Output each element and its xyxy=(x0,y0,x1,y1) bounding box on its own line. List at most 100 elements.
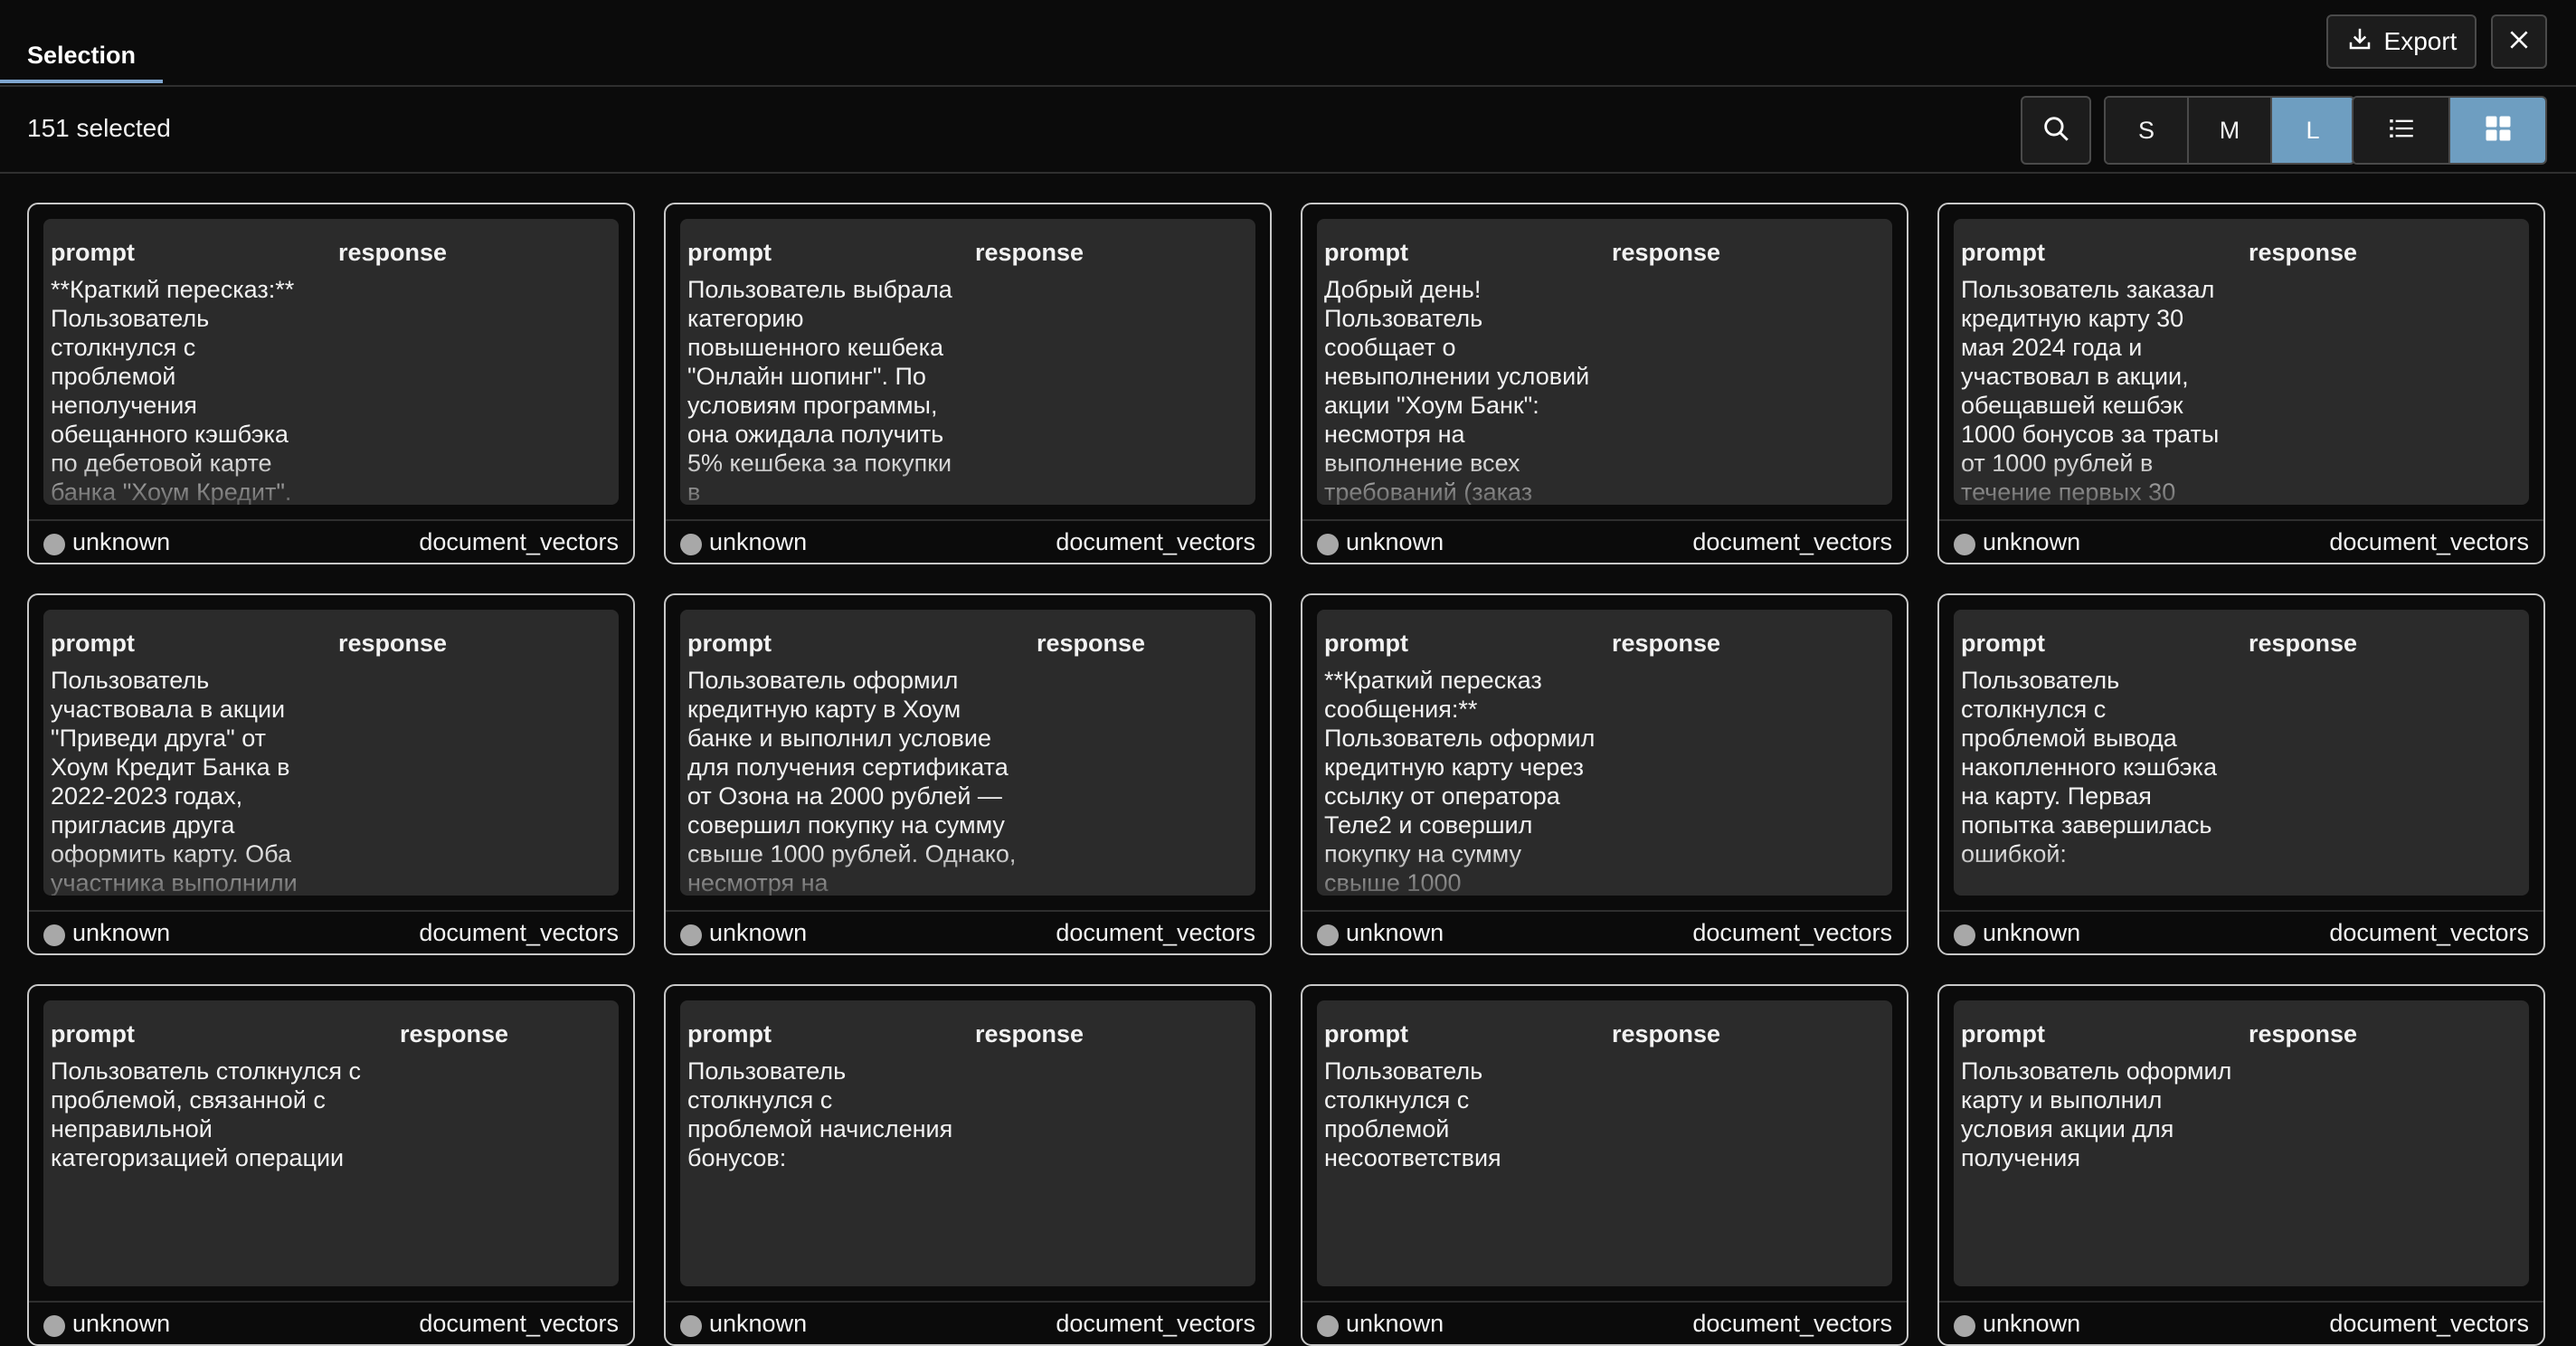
prompt-column-header: prompt xyxy=(51,1020,135,1047)
status-label: unknown xyxy=(1983,919,2081,946)
prompt-text: Пользователь заказал кредитную карту 30 … xyxy=(1961,276,2220,505)
list-view-button[interactable] xyxy=(2353,98,2450,163)
card-footer: unknown document_vectors xyxy=(1939,910,2543,953)
status-dot-icon xyxy=(1317,1315,1339,1337)
card-footer: unknown document_vectors xyxy=(666,519,1270,563)
selection-card[interactable]: prompt response Пользователь столкнулся … xyxy=(1937,593,2545,955)
response-column-header: response xyxy=(975,239,1084,266)
status-dot-icon xyxy=(680,534,702,555)
card-content: prompt response Пользователь оформил кре… xyxy=(680,610,1255,896)
selection-card[interactable]: prompt response Пользователь столкнулся … xyxy=(1301,984,1908,1346)
response-column-header: response xyxy=(1612,239,1721,266)
card-content: prompt response Пользователь столкнулся … xyxy=(1954,610,2529,896)
prompt-column-header: prompt xyxy=(1324,630,1408,657)
card-footer: unknown document_vectors xyxy=(29,1301,633,1344)
card-content: prompt response **Краткий пересказ сообщ… xyxy=(1317,610,1892,896)
source-label: document_vectors xyxy=(1692,528,1892,555)
status-dot-icon xyxy=(1954,534,1975,555)
selection-card[interactable]: prompt response Пользователь заказал кре… xyxy=(1937,203,2545,564)
prompt-column-header: prompt xyxy=(1961,239,2045,266)
card-content: prompt response Пользователь столкнулся … xyxy=(1317,1000,1892,1286)
card-footer: unknown document_vectors xyxy=(666,910,1270,953)
close-button[interactable] xyxy=(2491,14,2547,69)
prompt-text: Пользователь столкнулся с проблемой, свя… xyxy=(51,1057,361,1171)
selection-card[interactable]: prompt response Пользователь участвовала… xyxy=(27,593,635,955)
status-label: unknown xyxy=(709,1310,808,1337)
source-label: document_vectors xyxy=(1692,919,1892,946)
selection-card[interactable]: prompt response Пользователь столкнулся … xyxy=(664,984,1272,1346)
status-label: unknown xyxy=(1983,528,2081,555)
selection-card[interactable]: prompt response Пользователь выбрала кат… xyxy=(664,203,1272,564)
prompt-text: Пользователь столкнулся с проблемой выво… xyxy=(1961,667,2217,867)
grid-view-icon xyxy=(2482,112,2514,149)
status-dot-icon xyxy=(680,924,702,946)
source-label: document_vectors xyxy=(1056,919,1255,946)
response-column-header: response xyxy=(400,1020,509,1047)
export-button[interactable]: Export xyxy=(2326,14,2477,69)
search-icon xyxy=(2041,113,2071,148)
card-footer: unknown document_vectors xyxy=(29,910,633,953)
grid-view-button[interactable] xyxy=(2450,98,2545,163)
status-label: unknown xyxy=(1983,1310,2081,1337)
selected-count: 151 selected xyxy=(27,114,171,142)
response-column-header: response xyxy=(1612,630,1721,657)
size-l-button[interactable]: L xyxy=(2272,98,2353,163)
selection-card[interactable]: prompt response Пользователь столкнулся … xyxy=(27,984,635,1346)
selection-card[interactable]: prompt response Пользователь оформил кар… xyxy=(1937,984,2545,1346)
status-label: unknown xyxy=(1346,1310,1444,1337)
prompt-text: Пользователь оформил карту и выполнил ус… xyxy=(1961,1057,2232,1171)
status-label: unknown xyxy=(1346,919,1444,946)
prompt-text: **Краткий пересказ:** Пользователь столк… xyxy=(51,276,295,505)
selection-card[interactable]: prompt response Пользователь оформил кре… xyxy=(664,593,1272,955)
status-label: unknown xyxy=(709,528,808,555)
card-content: prompt response Пользователь заказал кре… xyxy=(1954,219,2529,505)
prompt-column-header: prompt xyxy=(1961,630,2045,657)
status-label: unknown xyxy=(709,919,808,946)
size-toggle-group: S M L xyxy=(2104,96,2355,165)
status-dot-icon xyxy=(680,1315,702,1337)
list-view-icon xyxy=(2386,113,2417,148)
source-label: document_vectors xyxy=(2329,1310,2529,1337)
prompt-text: Добрый день! Пользователь сообщает о нев… xyxy=(1324,276,1590,505)
prompt-text: Пользователь столкнулся с проблемой несо… xyxy=(1324,1057,1501,1171)
card-content: prompt response Пользователь оформил кар… xyxy=(1954,1000,2529,1286)
selection-card[interactable]: prompt response **Краткий пересказ сообщ… xyxy=(1301,593,1908,955)
card-footer: unknown document_vectors xyxy=(1302,910,1907,953)
view-toggle-group xyxy=(2352,96,2547,165)
source-label: document_vectors xyxy=(1056,1310,1255,1337)
prompt-column-header: prompt xyxy=(1961,1020,2045,1047)
status-label: unknown xyxy=(72,919,171,946)
card-footer: unknown document_vectors xyxy=(1302,1301,1907,1344)
prompt-column-header: prompt xyxy=(1324,1020,1408,1047)
size-s-button[interactable]: S xyxy=(2106,98,2189,163)
response-column-header: response xyxy=(1037,630,1146,657)
status-label: unknown xyxy=(72,1310,171,1337)
prompt-text: Пользователь участвовала в акции "Привед… xyxy=(51,667,298,896)
prompt-text: Пользователь выбрала категорию повышенно… xyxy=(687,276,952,505)
response-column-header: response xyxy=(338,239,448,266)
source-label: document_vectors xyxy=(2329,919,2529,946)
card-content: prompt response Добрый день! Пользовател… xyxy=(1317,219,1892,505)
status-dot-icon xyxy=(1317,534,1339,555)
status-dot-icon xyxy=(43,924,65,946)
source-label: document_vectors xyxy=(419,919,619,946)
response-column-header: response xyxy=(2249,1020,2358,1047)
status-dot-icon xyxy=(1954,1315,1975,1337)
source-label: document_vectors xyxy=(419,1310,619,1337)
prompt-column-header: prompt xyxy=(687,239,772,266)
top-bar: Selection Export xyxy=(0,0,2576,87)
prompt-column-header: prompt xyxy=(51,630,135,657)
prompt-column-header: prompt xyxy=(687,1020,772,1047)
prompt-text: **Краткий пересказ сообщения:** Пользова… xyxy=(1324,667,1596,896)
selection-card[interactable]: prompt response **Краткий пересказ:** По… xyxy=(27,203,635,564)
search-button[interactable] xyxy=(2021,96,2091,165)
status-label: unknown xyxy=(72,528,171,555)
card-footer: unknown document_vectors xyxy=(666,1301,1270,1344)
card-content: prompt response Пользователь участвовала… xyxy=(43,610,619,896)
prompt-column-header: prompt xyxy=(51,239,135,266)
size-m-button[interactable]: M xyxy=(2189,98,2272,163)
export-label: Export xyxy=(2383,27,2458,55)
status-dot-icon xyxy=(43,1315,65,1337)
card-footer: unknown document_vectors xyxy=(1302,519,1907,563)
selection-card[interactable]: prompt response Добрый день! Пользовател… xyxy=(1301,203,1908,564)
